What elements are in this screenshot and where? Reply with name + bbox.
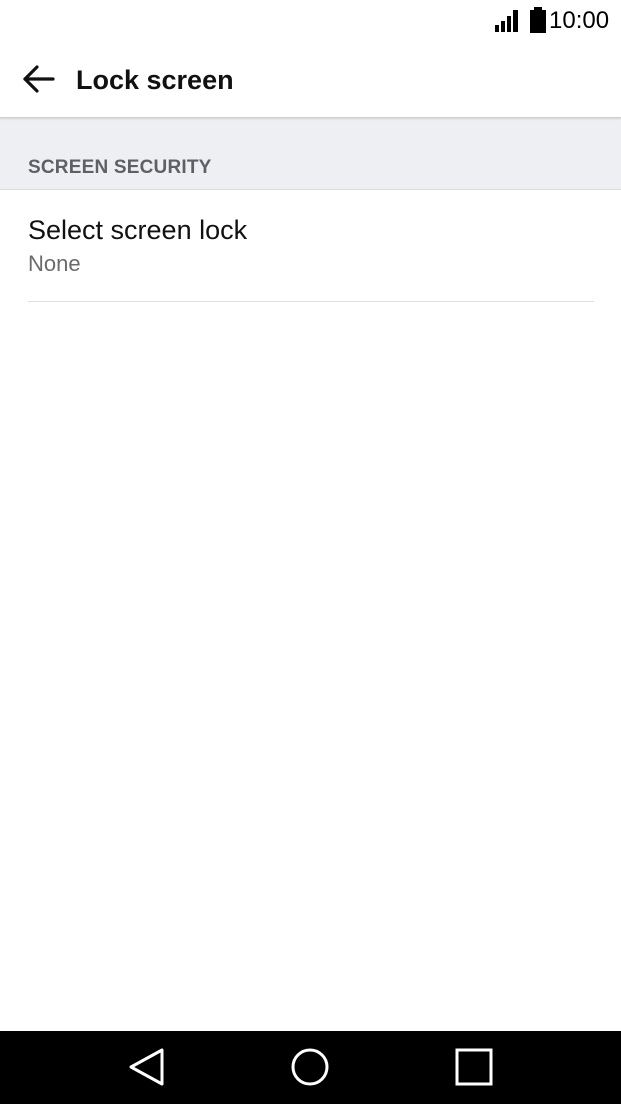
app-bar: Lock screen [0,42,621,118]
section-header-label: SCREEN SECURITY [28,157,212,178]
lock-screen-settings: 10:00 Lock screen SCREEN SECURITY Select… [0,0,621,1104]
list-item-title: Select screen lock [28,215,248,245]
square-recents-icon [455,1048,493,1086]
battery-icon [530,7,546,33]
arrow-back-icon [23,65,55,93]
signal-icon [495,10,518,32]
select-screen-lock-item[interactable]: Select screen lock None [0,190,621,302]
status-bar: 10:00 [0,0,621,42]
circle-home-icon [291,1048,329,1086]
back-button[interactable] [14,54,64,104]
nav-home-button[interactable] [270,1031,350,1104]
list-divider [28,301,594,302]
nav-back-button[interactable] [107,1031,187,1104]
navigation-bar [0,1031,621,1104]
nav-recents-button[interactable] [434,1031,514,1104]
page-title: Lock screen [76,65,234,95]
triangle-back-icon [129,1048,164,1086]
list-item-subtitle: None [28,251,81,276]
section-header: SCREEN SECURITY [0,118,621,190]
status-time: 10:00 [549,7,610,34]
